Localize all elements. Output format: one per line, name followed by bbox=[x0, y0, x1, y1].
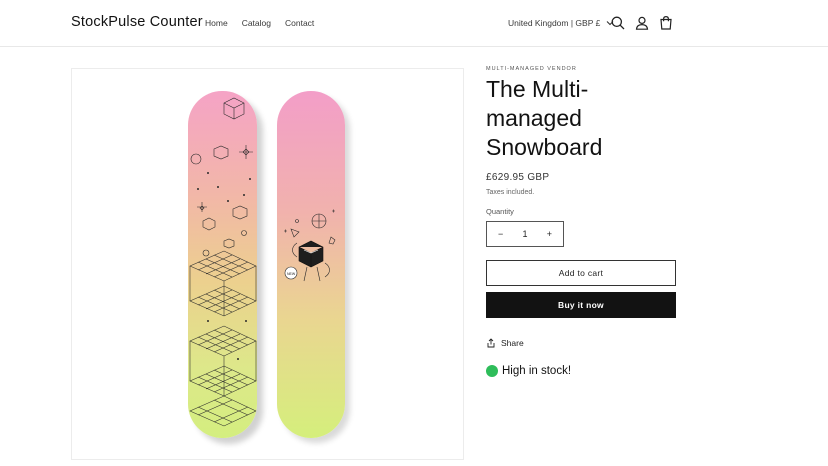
store-logo[interactable]: StockPulse Counter bbox=[71, 14, 203, 30]
product-title-line-2: Snowboard bbox=[486, 134, 603, 160]
account-icon[interactable] bbox=[634, 15, 650, 31]
add-to-cart-button[interactable]: Add to cart bbox=[486, 260, 676, 286]
product-info: MULTI-MANAGED VENDOR The Multi-managed S… bbox=[486, 66, 676, 377]
board-graphic-back bbox=[189, 97, 257, 427]
stock-indicator-icon bbox=[486, 365, 498, 377]
board-graphic-front: NEW bbox=[284, 209, 336, 282]
quantity-decrease-button[interactable]: − bbox=[498, 229, 503, 239]
taxes-note: Taxes included. bbox=[486, 189, 535, 196]
nav-contact[interactable]: Contact bbox=[285, 18, 314, 28]
nav-catalog[interactable]: Catalog bbox=[242, 18, 271, 28]
quantity-label: Quantity bbox=[486, 207, 514, 216]
country-selector[interactable]: United Kingdom | GBP £ bbox=[508, 18, 614, 28]
share-label: Share bbox=[501, 338, 524, 348]
snowboard-front-image: NEW bbox=[277, 91, 345, 438]
product-media[interactable]: NEW bbox=[71, 68, 464, 460]
stock-label: High in stock! bbox=[502, 365, 572, 377]
product-vendor: MULTI-MANAGED VENDOR bbox=[486, 66, 577, 72]
nav-home[interactable]: Home bbox=[205, 18, 228, 28]
share-icon bbox=[487, 338, 495, 348]
quantity-increase-button[interactable]: + bbox=[547, 229, 552, 239]
snowboard-back-image bbox=[188, 91, 257, 438]
site-header: StockPulse Counter Home Catalog Contact … bbox=[0, 0, 828, 47]
stock-status: High in stock! bbox=[486, 365, 676, 377]
share-button[interactable]: Share bbox=[486, 338, 676, 348]
main-nav: Home Catalog Contact bbox=[205, 18, 314, 28]
product-price: £629.95 GBP bbox=[486, 172, 550, 183]
cart-icon[interactable] bbox=[658, 15, 674, 31]
quantity-input[interactable]: 1 bbox=[522, 229, 527, 239]
product-title: The Multi-managed Snowboard bbox=[486, 75, 676, 162]
search-icon[interactable] bbox=[610, 15, 626, 31]
quantity-stepper: − 1 + bbox=[486, 221, 564, 247]
country-label: United Kingdom | GBP £ bbox=[508, 18, 601, 28]
buy-now-button[interactable]: Buy it now bbox=[486, 292, 676, 318]
product-title-line-1: The Multi-managed bbox=[486, 76, 589, 131]
svg-text:NEW: NEW bbox=[287, 272, 296, 276]
